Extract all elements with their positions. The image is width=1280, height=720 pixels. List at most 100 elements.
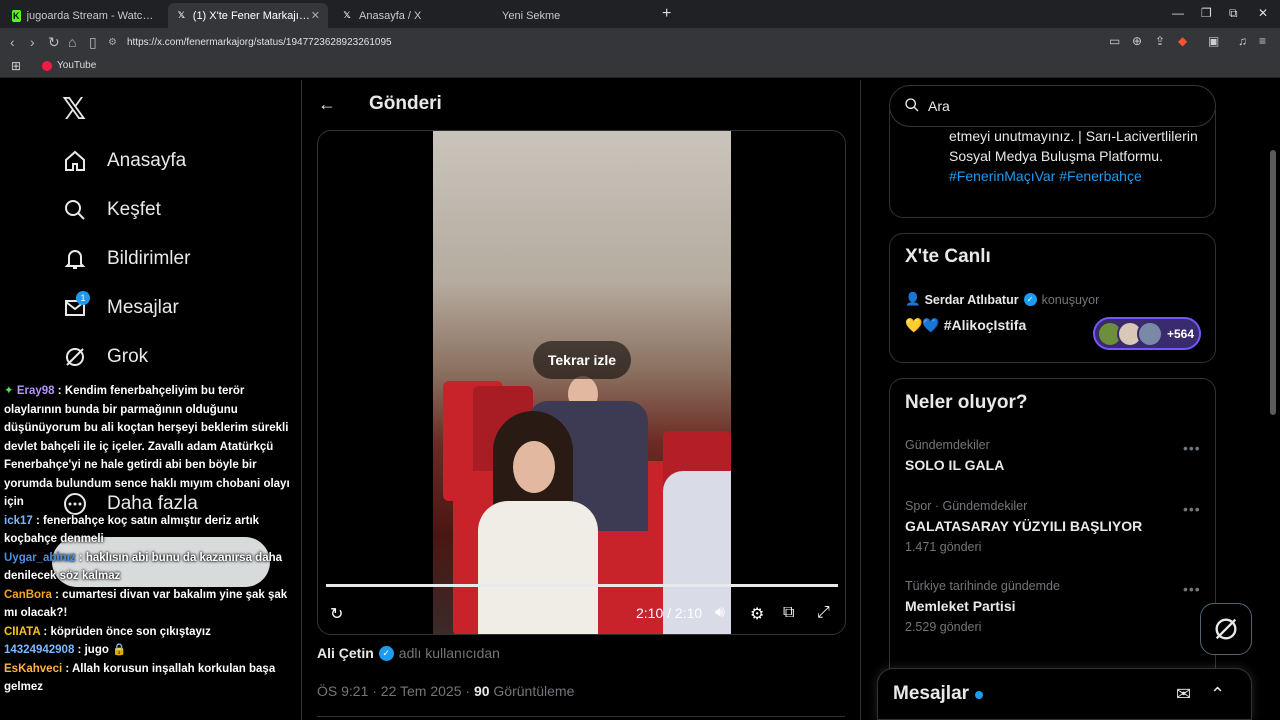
messages-drawer-title: Mesajlar [893, 683, 970, 704]
chat-message: 14324942908 : jugo 🔒 [4, 644, 127, 656]
chat-message: Uygar_abinız : haklısın abi bunu da kaza… [4, 551, 283, 583]
bookmarks-bar [0, 56, 1280, 78]
back-arrow-icon[interactable]: ← [318, 94, 336, 115]
forward-icon[interactable]: › [30, 34, 35, 50]
scrollbar[interactable] [1270, 150, 1276, 415]
grok-icon [1215, 618, 1237, 640]
video-progress-bar[interactable] [326, 584, 838, 587]
girl-face [513, 441, 555, 493]
hashtag-link[interactable]: #Fenerbahçe [1059, 168, 1142, 184]
nav-notifications[interactable]: Bildirimler [62, 246, 190, 272]
more-options-icon[interactable]: ••• [1183, 440, 1201, 456]
bell-icon [62, 246, 88, 272]
nav-home[interactable]: Anasayfa [62, 148, 186, 174]
home-icon[interactable]: ⌂ [68, 34, 76, 50]
video-time: 2:10 / 2:10 [636, 605, 703, 621]
divider-right [860, 80, 861, 720]
trends-title: Neler oluyor? [905, 392, 1028, 413]
volume-icon[interactable]: 🔊︎ [715, 604, 725, 622]
trend-item[interactable]: SOLO IL GALA [905, 457, 1004, 473]
video-player[interactable]: Tekrar izle ↻ 2:10 / 2:10 🔊︎ ⚙ ⧉ ⤢ [317, 130, 846, 635]
sidebar-toggle-icon[interactable]: ▣ [1208, 34, 1219, 48]
live-listeners[interactable]: +564 [1093, 317, 1201, 350]
apps-grid-icon[interactable]: ⊞ [11, 59, 21, 73]
replay-icon[interactable]: ↻ [330, 604, 343, 624]
video-frame [433, 131, 731, 634]
page-title: Gönderi [369, 93, 442, 114]
bookmark-icon[interactable]: ▯ [89, 34, 97, 51]
post-author[interactable]: Ali Çetin ✓ adlı kullanıcıdan [317, 645, 500, 661]
tab-x-post[interactable]: 𝕏 (1) X'te Fener Markajı "🐰 Efsane ✕ [168, 3, 328, 28]
tab-new[interactable]: Yeni Sekme [494, 3, 644, 28]
close-tab-icon[interactable]: ✕ [311, 9, 320, 22]
stream-chat-overlay: ✦ Eray98 : Kendim fenerbahçeliyim bu ter… [0, 382, 298, 697]
nav-explore[interactable]: Keşfet [62, 197, 161, 223]
settings-icon[interactable]: ⚙ [750, 604, 764, 624]
messages-badge: 1 [76, 291, 90, 305]
url-bar[interactable]: ⚙ https://x.com/fenermarkajorg/status/19… [108, 32, 1108, 52]
search-icon [62, 197, 88, 223]
trend-item[interactable]: Memleket Partisi [905, 598, 1016, 614]
home-icon [62, 148, 88, 174]
new-tab-button[interactable]: + [662, 5, 671, 23]
hashtag-link[interactable]: #FenerinMaçıVar [949, 168, 1055, 184]
host-avatar: 👤 [905, 292, 921, 306]
url-text: https://x.com/fenermarkajorg/status/1947… [126, 36, 392, 48]
zoom-icon[interactable]: ⊕ [1132, 34, 1142, 48]
restore2-icon[interactable]: ⧉ [1229, 6, 1238, 21]
more-options-icon[interactable]: ••• [1183, 501, 1201, 517]
chat-message: ick17 : fenerbahçe koç satın almıştır de… [4, 514, 260, 546]
post-meta: ÖS 9:21 · 22 Tem 2025 · 90 Görüntüleme [317, 683, 575, 699]
listener-avatar [1137, 320, 1163, 347]
live-title: X'te Canlı [905, 246, 991, 267]
grok-floating-button[interactable] [1200, 603, 1252, 655]
tab-kick[interactable]: K jugoarda Stream - Watch Live on Kick [4, 3, 166, 28]
nav-grok[interactable]: Grok [62, 344, 148, 370]
trend-count: 2.529 gönderi [905, 620, 982, 634]
minimize-icon[interactable]: — [1172, 6, 1184, 20]
replay-button[interactable]: Tekrar izle [533, 341, 631, 379]
restore-icon[interactable]: ❐ [1201, 6, 1212, 20]
verified-icon: ✓ [378, 645, 394, 661]
close-window-icon[interactable]: ✕ [1258, 6, 1268, 20]
tab-x-home[interactable]: 𝕏 Anasayfa / X [333, 3, 483, 28]
reload-icon[interactable]: ↻ [48, 34, 60, 51]
cast-icon[interactable]: ▭ [1109, 34, 1120, 48]
pip-icon[interactable]: ⧉ [783, 604, 794, 622]
youtube-icon [42, 60, 52, 71]
share-icon[interactable]: ⇪ [1155, 34, 1165, 48]
trend-category: Türkiye tarihinde gündemde [905, 579, 1060, 593]
fullscreen-icon[interactable]: ⤢ [817, 604, 830, 622]
trend-category: Spor · Gündemdekiler [905, 499, 1028, 513]
more-options-icon[interactable]: ••• [1183, 581, 1201, 597]
chat-message: CanBora : cumartesi divan var bakalım yi… [4, 588, 288, 620]
back-icon[interactable]: ‹ [10, 34, 15, 50]
trend-category: Gündemdekiler [905, 438, 990, 452]
nav-messages[interactable]: 1 Mesajlar [62, 291, 179, 321]
divider-left [301, 80, 302, 720]
new-message-icon[interactable]: ✉ [1176, 684, 1191, 705]
live-host[interactable]: 👤 Serdar Atlıbatur ✓ konuşuyor [905, 292, 1099, 307]
chat-message: ✦ Eray98 : Kendim fenerbahçeliyim bu ter… [4, 385, 290, 508]
chat-message: EsKahveci : Allah korusun inşallah korku… [4, 662, 276, 694]
divider [317, 716, 845, 717]
grok-icon [62, 344, 88, 370]
mail-icon: 1 [62, 291, 90, 321]
trend-count: 1.471 gönderi [905, 540, 982, 554]
verified-icon: ✓ [1023, 293, 1037, 306]
live-topic[interactable]: 💛💙 #AlikoçIstifa [905, 317, 1026, 334]
x-logo[interactable]: 𝕏 [62, 92, 86, 127]
bookmark-youtube[interactable]: YouTube [42, 60, 96, 71]
profile-bio: etmeyi unutmayınız. | Sarı-Lacivertliler… [949, 128, 1198, 184]
x-icon: 𝕏 [177, 10, 186, 20]
brave-shield-icon[interactable]: ◆ [1178, 34, 1187, 48]
kick-icon: K [12, 9, 21, 22]
girl-shirt [478, 501, 598, 634]
expand-icon[interactable]: ⌃ [1210, 684, 1225, 705]
menu-icon[interactable]: ≡ [1259, 34, 1266, 48]
site-info-icon[interactable]: ⚙ [108, 37, 117, 48]
media-icon[interactable]: ♫ [1238, 34, 1247, 48]
trend-item[interactable]: GALATASARAY YÜZYILI BAŞLIYOR [905, 518, 1142, 534]
sub-badge-icon: ✦ [4, 385, 17, 397]
x-icon: 𝕏 [343, 10, 351, 20]
